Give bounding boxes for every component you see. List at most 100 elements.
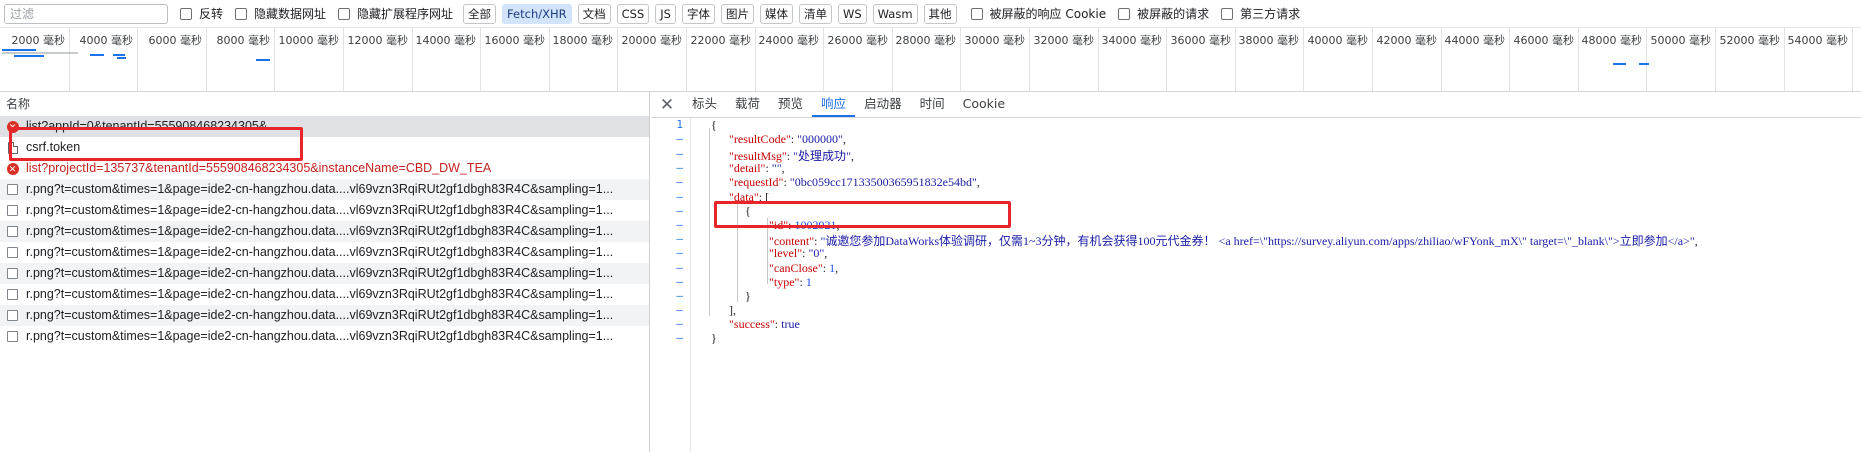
image-icon [6,309,19,322]
timeline-tick-label: 12000 毫秒 [347,34,409,47]
request-row[interactable]: ✕ list?projectId=135737&tenantId=55590846… [0,158,649,179]
checkbox-box[interactable] [338,7,351,20]
request-name: r.png?t=custom&times=1&page=ide2-cn-hang… [26,308,614,322]
fold-marker[interactable]: – [676,204,683,217]
request-row[interactable]: r.png?t=custom&times=1&page=ide2-cn-hang… [0,221,649,242]
request-name: list?projectId=135737&tenantId=555908468… [26,161,492,175]
third-party-checkbox[interactable]: 第三方请求 [1221,5,1300,22]
request-row[interactable]: r.png?t=custom&times=1&page=ide2-cn-hang… [0,242,649,263]
timeline-overview[interactable]: 2000 毫秒 4000 毫秒 6000 毫秒 8000 毫秒 10000 毫秒 1200… [0,28,1861,92]
fold-marker[interactable]: – [676,261,683,274]
timeline-tick [1098,28,1099,91]
timeline-tick [1166,28,1167,91]
blocked-requests-checkbox[interactable]: 被屏蔽的请求 [1118,5,1209,22]
checkbox-box[interactable] [970,7,983,20]
type-filter-wasm[interactable]: Wasm [872,3,918,24]
image-icon [6,183,19,196]
fold-marker[interactable]: – [676,190,683,203]
blocked-requests-label: 被屏蔽的请求 [1137,7,1210,21]
type-value: 1 [805,275,812,289]
detail-tab[interactable]: Cookie [954,92,1014,117]
json-line-data: "data": [ [729,190,770,204]
fold-marker[interactable]: – [676,317,683,330]
detail-tab[interactable]: 响应 [812,92,856,117]
request-row[interactable]: r.png?t=custom&times=1&page=ide2-cn-hang… [0,263,649,284]
timeline-tick-label: 16000 毫秒 [484,34,546,47]
type-filter-other[interactable]: 其他 [923,3,957,24]
detail-tab[interactable]: 标头 [683,92,726,117]
fold-marker[interactable]: – [676,232,683,245]
fold-marker[interactable]: – [676,331,683,344]
request-row[interactable]: r.png?t=custom&times=1&page=ide2-cn-hang… [0,179,649,200]
type-filter-media[interactable]: 媒体 [759,3,793,24]
invert-checkbox[interactable]: 反转 [180,5,223,22]
response-viewer[interactable]: 1– – – – – – – – – – – – – – – { "resultCode": "000000… [651,118,1861,452]
fold-marker[interactable]: – [676,246,683,259]
request-row[interactable]: r.png?t=custom&times=1&page=ide2-cn-hang… [0,326,649,347]
fold-marker[interactable]: – [676,175,683,188]
timeline-tick-label: 54000 毫秒 [1787,34,1849,47]
request-row[interactable]: r.png?t=custom&times=1&page=ide2-cn-hang… [0,305,649,326]
type-filter-ws[interactable]: WS [837,3,867,24]
hide-extension-urls-checkbox[interactable]: 隐藏扩展程序网址 [338,5,453,22]
request-row[interactable]: r.png?t=custom&times=1&page=ide2-cn-hang… [0,200,649,221]
type-filter-fetch-xhr[interactable]: Fetch/XHR [502,3,572,24]
request-row[interactable]: csrf.token [0,137,649,158]
checkbox-box[interactable] [235,7,248,20]
fold-marker[interactable]: – [676,161,683,174]
close-icon[interactable]: ✕ [651,92,683,117]
third-party-label: 第三方请求 [1240,7,1301,21]
fold-marker[interactable]: – [676,132,683,145]
request-row[interactable]: r.png?t=custom&times=1&page=ide2-cn-hang… [0,284,649,305]
json-line-content: "content": "诚邀您参加DataWorks体验调研，仅需1~3分钟，有… [769,234,1698,248]
timeline-request-bar [2,52,78,54]
detail-tab[interactable]: 启动器 [855,92,911,117]
type-filter-all[interactable]: 全部 [463,3,497,24]
timeline-tick-label: 26000 毫秒 [827,34,889,47]
request-row[interactable]: ✕ list?appId=0&tenantId=555908468234305& [0,116,649,137]
error-icon: ✕ [6,162,19,175]
type-filter-img[interactable]: 图片 [720,3,754,24]
timeline-tick-label: 42000 毫秒 [1376,34,1438,47]
filter-input[interactable] [4,3,168,24]
timeline-tick [892,28,893,91]
blocked-cookies-checkbox[interactable]: 被屏蔽的响应 Cookie [970,5,1106,22]
timeline-tick [617,28,618,91]
type-filter-js[interactable]: JS [655,3,676,24]
checkbox-box[interactable] [180,7,192,20]
type-filter-manifest[interactable]: 清单 [798,3,832,24]
json-line: } [711,331,717,345]
detail-tab[interactable]: 预览 [769,92,812,117]
timeline-tick [1852,28,1853,91]
timeline-tick-label: 46000 毫秒 [1513,34,1575,47]
fold-marker[interactable]: – [676,275,683,288]
checkbox-box[interactable] [1221,7,1234,20]
timeline-tick-label: 48000 毫秒 [1581,34,1643,47]
timeline-tick-label: 40000 毫秒 [1307,34,1369,47]
timeline-tick [1303,28,1304,91]
indent-guide [767,218,768,284]
fold-marker[interactable]: – [676,218,683,231]
fold-marker[interactable]: – [676,147,683,160]
timeline-request-bar [1639,63,1649,65]
fold-marker[interactable]: – [676,289,683,302]
request-name: r.png?t=custom&times=1&page=ide2-cn-hang… [26,329,614,343]
type-filter-doc[interactable]: 文档 [577,3,611,24]
name-column-header[interactable]: 名称 [0,92,649,116]
timeline-tick [1646,28,1647,91]
type-filter-css[interactable]: CSS [616,3,650,24]
hide-extension-urls-label: 隐藏扩展程序网址 [357,7,454,21]
detail-tab-strip: 标头 载荷 预览 响应 启动器 时间 Cookie [683,92,1014,117]
resultmsg-value: 处理成功 [798,149,847,163]
hide-data-urls-checkbox[interactable]: 隐藏数据网址 [235,5,326,22]
timeline-request-bar [256,59,270,61]
detail-tab[interactable]: 载荷 [726,92,769,117]
detail-tab[interactable]: 时间 [911,92,954,117]
hide-data-urls-label: 隐藏数据网址 [254,7,327,21]
type-filter-font[interactable]: 字体 [681,3,715,24]
timeline-tick-label: 18000 毫秒 [552,34,614,47]
checkbox-box[interactable] [1118,7,1131,20]
resultcode-value: 000000 [802,132,839,146]
fold-marker[interactable]: – [676,303,683,316]
request-name: r.png?t=custom&times=1&page=ide2-cn-hang… [26,224,614,238]
